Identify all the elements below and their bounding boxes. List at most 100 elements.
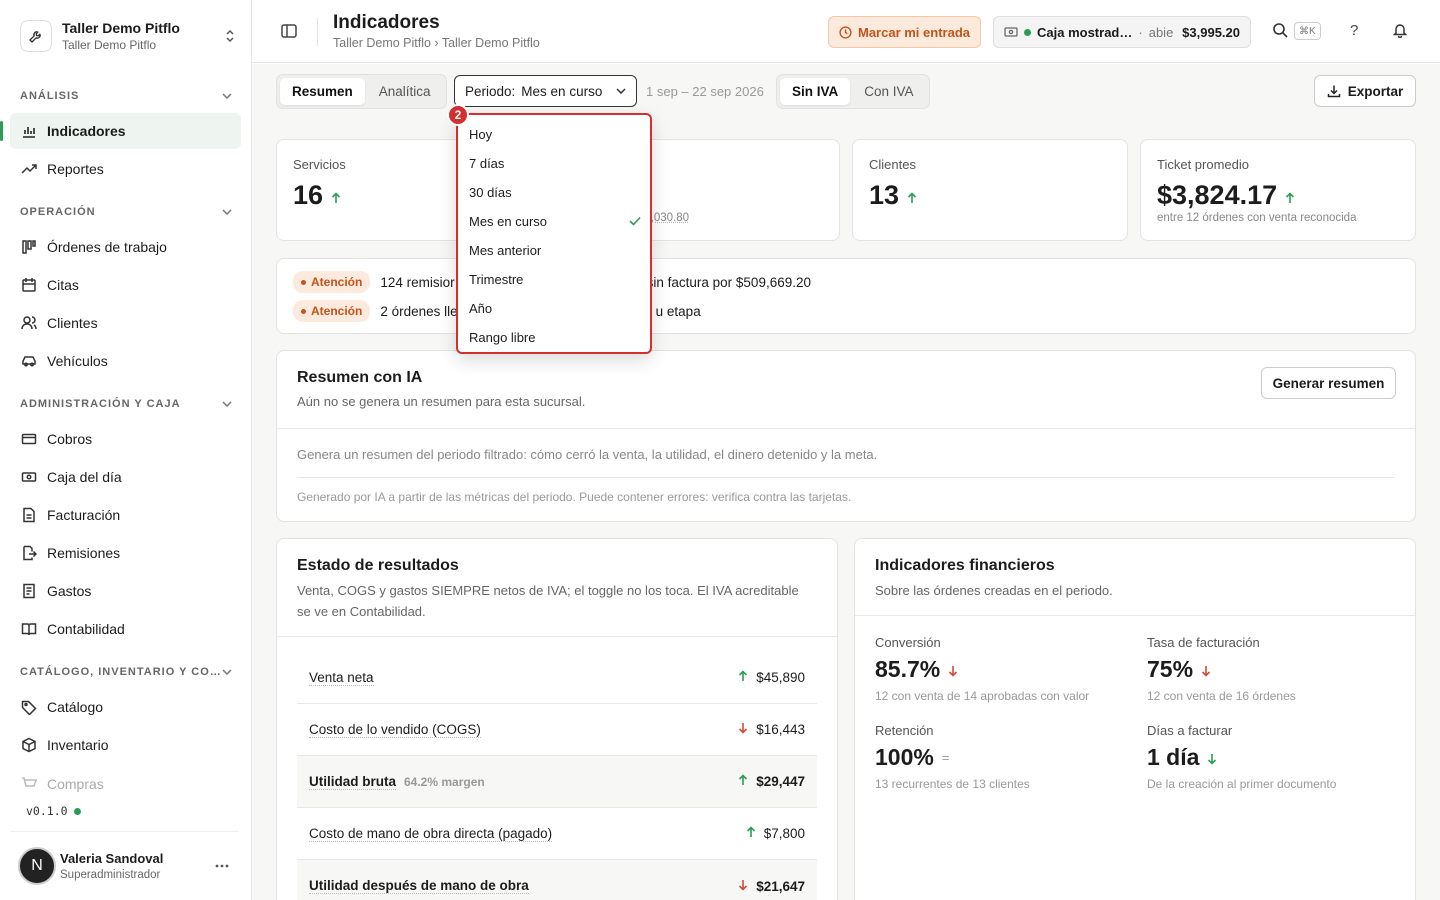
cash-icon xyxy=(20,469,38,485)
more-horizontal-icon[interactable] xyxy=(215,864,229,868)
sidebar-item-citas[interactable]: Citas xyxy=(10,267,241,303)
row-label: Utilidad después de mano de obra xyxy=(309,878,529,894)
sidebar-item-indicadores[interactable]: Indicadores xyxy=(10,113,241,149)
sidebar-item-gastos[interactable]: Gastos xyxy=(10,573,241,609)
sidebar-item-label: Contabilidad xyxy=(47,621,125,637)
row-label: Venta neta xyxy=(309,670,374,686)
section-operacion[interactable]: OPERACIÓN xyxy=(20,206,232,218)
metric-value: 85.7% xyxy=(875,656,940,683)
menu-item-mes-en-curso[interactable]: Mes en curso xyxy=(469,209,641,233)
sidebar-item-label: Inventario xyxy=(47,737,108,753)
tab-sin-iva[interactable]: Sin IVA xyxy=(780,78,850,105)
alerts-card: Atención 124 remisior sin factura por $5… xyxy=(276,258,1416,334)
tab-resumen[interactable]: Resumen xyxy=(280,78,365,105)
marcar-entrada-button[interactable]: Marcar mi entrada xyxy=(828,16,981,48)
sidebar-item-ordenes[interactable]: Órdenes de trabajo xyxy=(10,229,241,265)
menu-item-hoy[interactable]: Hoy xyxy=(469,122,641,146)
sidebar-item-clientes[interactable]: Clientes xyxy=(10,305,241,341)
kpi-card-ticket: Ticket promedio $3,824.17 entre 12 órden… xyxy=(1140,139,1416,241)
equal-icon: = xyxy=(942,750,950,765)
card-subtitle: Sobre las órdenes creadas en el periodo. xyxy=(875,580,1113,601)
top-header: Indicadores Taller Demo Pitflo › Taller … xyxy=(252,0,1440,63)
metric-retencion: Retención 100% = 13 recurrentes de 13 cli… xyxy=(875,723,1125,791)
card-title: Indicadores financieros xyxy=(875,557,1055,575)
sidebar-item-label: Clientes xyxy=(47,315,98,331)
chevron-down-icon xyxy=(222,206,232,218)
section-administracion[interactable]: ADMINISTRACIÓN Y CAJA xyxy=(20,398,232,410)
sidebar-item-label: Órdenes de trabajo xyxy=(47,239,167,255)
card-title: Estado de resultados xyxy=(297,557,459,575)
menu-item-30-dias[interactable]: 30 días xyxy=(469,180,641,204)
estado-resultados-card: Estado de resultados Venta, COGS y gasto… xyxy=(276,538,838,900)
workspace-sub: Taller Demo Pitflo xyxy=(62,38,224,52)
arrow-up-icon xyxy=(738,670,748,685)
metric-sub: De la creación al primer documento xyxy=(1147,777,1397,791)
metric-value: 75% xyxy=(1147,656,1193,683)
search-icon[interactable] xyxy=(1272,22,1288,38)
user-menu[interactable]: N Valeria Sandoval Superadministrador xyxy=(10,831,239,900)
help-icon[interactable]: ? xyxy=(1350,22,1358,39)
tab-con-iva[interactable]: Con IVA xyxy=(852,78,925,105)
section-catalogo[interactable]: CATÁLOGO, INVENTARIO Y CO… xyxy=(20,666,232,678)
row-value: $45,890 xyxy=(756,670,805,685)
credit-card-icon xyxy=(20,431,38,447)
divider xyxy=(277,428,1415,429)
section-analisis[interactable]: ANÁLISIS xyxy=(20,90,232,102)
sidebar-item-vehiculos[interactable]: Vehículos xyxy=(10,343,241,379)
sidebar-item-caja[interactable]: Caja del día xyxy=(10,459,241,495)
caja-status: abie xyxy=(1149,25,1174,40)
arrow-up-icon xyxy=(738,774,748,789)
caja-separator: · xyxy=(1138,25,1142,40)
ia-subtitle: Aún no se genera un resumen para esta su… xyxy=(297,394,585,409)
alert-badge: Atención xyxy=(293,271,370,293)
sidebar-item-remisiones[interactable]: Remisiones xyxy=(10,535,241,571)
sidebar-item-compras[interactable]: Compras xyxy=(10,774,241,794)
alert-text-right: u etapa xyxy=(656,304,701,319)
metric-label: Días a facturar xyxy=(1147,723,1397,738)
menu-item-trimestre[interactable]: Trimestre xyxy=(469,267,641,291)
export-label: Exportar xyxy=(1348,84,1404,99)
menu-item-mes-anterior[interactable]: Mes anterior xyxy=(469,238,641,262)
breadcrumb: Taller Demo Pitflo › Taller Demo Pitflo xyxy=(333,36,540,50)
workspace-switcher[interactable]: Taller Demo Pitflo Taller Demo Pitflo xyxy=(20,16,236,56)
generar-resumen-button[interactable]: Generar resumen xyxy=(1261,367,1396,399)
kpi-value: 13 xyxy=(869,180,899,211)
ia-description: Genera un resumen del periodo filtrado: … xyxy=(297,447,877,462)
sidebar-item-reportes[interactable]: Reportes xyxy=(10,151,241,187)
bell-icon[interactable] xyxy=(1392,22,1408,38)
periodo-value: Mes en curso xyxy=(521,84,602,99)
page-title: Indicadores xyxy=(333,12,440,34)
table-row: Costo de lo vendido (COGS) $16,443 xyxy=(297,704,817,756)
arrow-up-icon xyxy=(1285,180,1295,211)
caja-selector[interactable]: Caja mostrad… · abie $3,995.20 xyxy=(993,16,1251,48)
sidebar-item-label: Cobros xyxy=(47,431,92,447)
sidebar-item-label: Vehículos xyxy=(47,353,108,369)
table-row: Utilidad bruta 64.2% margen $29,447 xyxy=(297,756,817,808)
kpi-value: 16 xyxy=(293,180,323,211)
chevron-updown-icon xyxy=(224,29,236,43)
arrow-up-icon xyxy=(907,180,917,211)
row-label: Utilidad bruta xyxy=(309,774,396,790)
check-icon xyxy=(629,214,641,229)
sidebar-item-catalogo[interactable]: Catálogo xyxy=(10,689,241,725)
sidebar-item-contabilidad[interactable]: Contabilidad xyxy=(10,611,241,647)
export-button[interactable]: Exportar xyxy=(1314,75,1416,107)
shortcut-hint: ⌘K xyxy=(1294,22,1321,40)
tab-analitica[interactable]: Analítica xyxy=(367,78,443,105)
menu-item-rango-libre[interactable]: Rango libre xyxy=(469,325,641,349)
trend-up-icon xyxy=(20,161,38,177)
file-text-icon xyxy=(20,507,38,523)
menu-item-7-dias[interactable]: 7 días xyxy=(469,151,641,175)
sidebar-item-cobros[interactable]: Cobros xyxy=(10,421,241,457)
metric-conversion: Conversión 85.7% 12 con venta de 14 apro… xyxy=(875,635,1125,703)
sidebar-toggle-icon[interactable] xyxy=(280,22,298,40)
user-role: Superadministrador xyxy=(60,869,215,881)
sidebar-item-inventario[interactable]: Inventario xyxy=(10,727,241,763)
metric-value: 100% xyxy=(875,744,934,771)
alert-text-left: 124 remisior xyxy=(380,275,454,290)
sidebar-item-facturacion[interactable]: Facturación xyxy=(10,497,241,533)
menu-item-ano[interactable]: Año xyxy=(469,296,641,320)
periodo-select[interactable]: Periodo: Mes en curso xyxy=(454,75,637,107)
sidebar-item-label: Remisiones xyxy=(47,545,120,561)
section-label: CATÁLOGO, INVENTARIO Y CO… xyxy=(20,666,222,678)
